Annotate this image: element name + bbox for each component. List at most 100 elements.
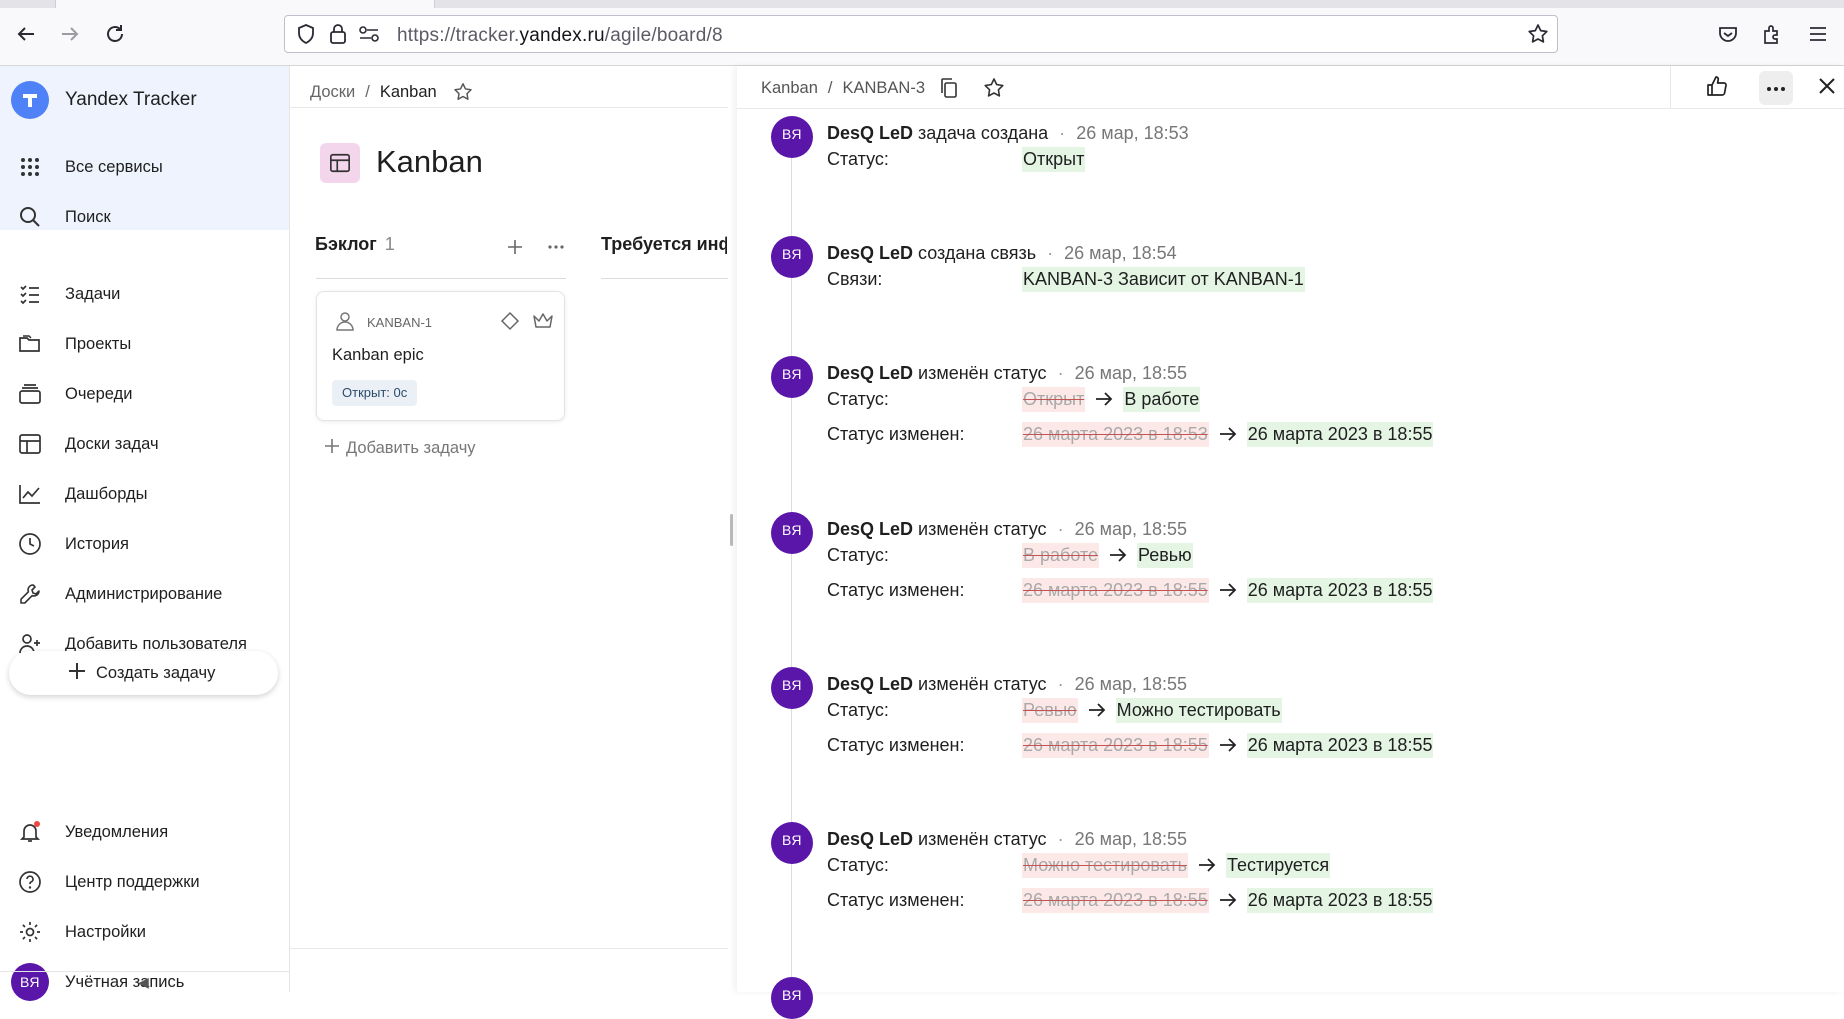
entry-author[interactable]: DesQ LeD bbox=[827, 243, 913, 263]
entry-header: DesQ LeD изменён статус · 26 мар, 18:55 bbox=[827, 363, 1187, 384]
sidebar-item-tasks[interactable]: Задачи bbox=[0, 271, 289, 317]
shield-icon[interactable] bbox=[295, 23, 317, 50]
sidebar-item-administration[interactable]: Администрирование bbox=[0, 571, 289, 617]
field-label: Статус изменен: bbox=[827, 579, 965, 600]
more-icon bbox=[1766, 79, 1786, 97]
site-permissions-icon[interactable] bbox=[358, 24, 380, 49]
like-button[interactable] bbox=[1700, 71, 1734, 105]
entry-author[interactable]: DesQ LeD bbox=[827, 674, 913, 694]
column-header-backlog: Бэклог 1 bbox=[315, 234, 395, 255]
url-bar[interactable]: https://tracker.yandex.ru/agile/board/8 bbox=[284, 15, 1558, 53]
back-icon[interactable] bbox=[10, 18, 42, 50]
entry-time: 26 мар, 18:55 bbox=[1074, 829, 1188, 849]
avatar[interactable]: ВЯ bbox=[771, 236, 813, 278]
sidebar-item-support[interactable]: Центр поддержки bbox=[0, 859, 289, 905]
column-name: Требуется инф bbox=[601, 234, 727, 254]
sidebar-item-label: Настройки bbox=[65, 922, 146, 941]
new-value: 26 марта 2023 в 18:55 bbox=[1246, 887, 1434, 913]
panel-header: Kanban / KANBAN-3 bbox=[737, 66, 1844, 109]
add-column-task-icon[interactable] bbox=[506, 238, 524, 261]
sidebar-item-projects[interactable]: Проекты bbox=[0, 321, 289, 367]
divider bbox=[290, 948, 728, 949]
assignee-icon[interactable] bbox=[335, 311, 355, 336]
breadcrumb-board-link[interactable]: Kanban bbox=[761, 79, 818, 98]
task-key[interactable]: KANBAN-1 bbox=[367, 315, 432, 330]
create-task-button[interactable]: Создать задачу bbox=[9, 651, 278, 695]
favorite-star-icon[interactable] bbox=[453, 82, 473, 102]
avatar[interactable]: ВЯ bbox=[771, 512, 813, 554]
task-title[interactable]: Kanban epic bbox=[332, 346, 424, 365]
separator-dot: · bbox=[1057, 363, 1064, 383]
entry-action: изменён статус bbox=[918, 363, 1047, 383]
entry-time: 26 мар, 18:54 bbox=[1064, 243, 1177, 263]
arrow-right-icon bbox=[1107, 544, 1129, 566]
entry-author[interactable]: DesQ LeD bbox=[827, 519, 913, 539]
field-label: Статус изменен: bbox=[827, 423, 965, 444]
new-value[interactable]: KANBAN-3 Зависит от KANBAN-1 bbox=[1022, 266, 1305, 292]
sidebar-item-search[interactable]: Поиск bbox=[0, 194, 289, 240]
entry-author[interactable]: DesQ LeD bbox=[827, 829, 913, 849]
board-icon bbox=[16, 430, 44, 458]
folders-icon bbox=[16, 330, 44, 358]
new-value: Можно тестировать bbox=[1115, 697, 1282, 723]
more-actions-button[interactable] bbox=[1759, 71, 1793, 105]
lock-icon[interactable] bbox=[328, 23, 348, 50]
priority-diamond-icon[interactable] bbox=[500, 311, 520, 336]
entry-time: 26 мар, 18:55 bbox=[1074, 674, 1188, 694]
favorite-star-icon[interactable] bbox=[983, 77, 1005, 99]
arrow-right-icon bbox=[1093, 388, 1115, 410]
entry-author[interactable]: DesQ LeD bbox=[827, 123, 913, 143]
new-value: 26 марта 2023 в 18:55 bbox=[1246, 577, 1434, 603]
clock-icon bbox=[16, 530, 44, 558]
crown-icon[interactable] bbox=[532, 311, 554, 336]
new-value: 26 марта 2023 в 18:55 bbox=[1246, 421, 1434, 447]
close-icon bbox=[1817, 76, 1837, 101]
old-value: 26 марта 2023 в 18:55 bbox=[1022, 732, 1209, 758]
avatar[interactable]: ВЯ bbox=[771, 977, 813, 1019]
avatar[interactable]: ВЯ bbox=[771, 822, 813, 864]
task-card[interactable]: KANBAN-1 Kanban epic Открыт: 0с bbox=[316, 291, 565, 421]
avatar[interactable]: ВЯ bbox=[771, 116, 813, 158]
bookmark-star-icon[interactable] bbox=[1527, 23, 1549, 50]
sidebar-item-settings[interactable]: Настройки bbox=[0, 909, 289, 955]
breadcrumb-boards-link[interactable]: Доски bbox=[310, 83, 355, 102]
avatar[interactable]: ВЯ bbox=[771, 356, 813, 398]
new-value: В работе bbox=[1123, 386, 1201, 412]
entry-header: DesQ LeD изменён статус · 26 мар, 18:55 bbox=[827, 674, 1187, 695]
resize-handle[interactable] bbox=[730, 514, 733, 546]
sidebar-item-all-services[interactable]: Все сервисы bbox=[0, 144, 289, 190]
divider bbox=[290, 107, 728, 108]
close-panel-button[interactable] bbox=[1810, 71, 1844, 105]
separator-dot: · bbox=[1057, 829, 1064, 849]
avatar[interactable]: ВЯ bbox=[771, 667, 813, 709]
field-label: Статус: bbox=[827, 544, 889, 565]
bell-icon bbox=[16, 818, 44, 846]
old-value: Можно тестировать bbox=[1022, 852, 1188, 878]
column-more-icon[interactable] bbox=[547, 238, 565, 261]
app-logo-link[interactable]: Yandex Tracker bbox=[0, 72, 289, 128]
url-text[interactable]: https://tracker.yandex.ru/agile/board/8 bbox=[397, 25, 723, 47]
field-label: Статус: bbox=[827, 699, 889, 720]
sidebar-item-notifications[interactable]: Уведомления bbox=[0, 809, 289, 855]
sidebar-item-dashboards[interactable]: Дашборды bbox=[0, 471, 289, 517]
reload-icon[interactable] bbox=[99, 18, 131, 50]
sidebar-item-history[interactable]: История bbox=[0, 521, 289, 567]
wrench-icon bbox=[16, 580, 44, 608]
menu-icon[interactable] bbox=[1802, 18, 1834, 50]
copy-icon[interactable] bbox=[939, 77, 959, 99]
grid-icon bbox=[16, 153, 44, 181]
breadcrumb-issue-key[interactable]: KANBAN-3 bbox=[842, 79, 925, 98]
entry-header: DesQ LeD задача создана · 26 мар, 18:53 bbox=[827, 123, 1189, 144]
active-tab[interactable] bbox=[55, 0, 435, 8]
queues-icon bbox=[16, 380, 44, 408]
add-task-button[interactable]: Добавить задачу bbox=[324, 438, 476, 459]
sidebar-item-boards[interactable]: Доски задач bbox=[0, 421, 289, 467]
forward-icon[interactable] bbox=[54, 18, 86, 50]
field-label: Статус: bbox=[827, 854, 889, 875]
pocket-icon[interactable] bbox=[1712, 18, 1744, 50]
sidebar-item-queues[interactable]: Очереди bbox=[0, 371, 289, 417]
collapse-sidebar-icon[interactable]: ◀ bbox=[138, 974, 149, 991]
field-label: Статус: bbox=[827, 148, 889, 169]
extensions-icon[interactable] bbox=[1756, 18, 1788, 50]
entry-author[interactable]: DesQ LeD bbox=[827, 363, 913, 383]
